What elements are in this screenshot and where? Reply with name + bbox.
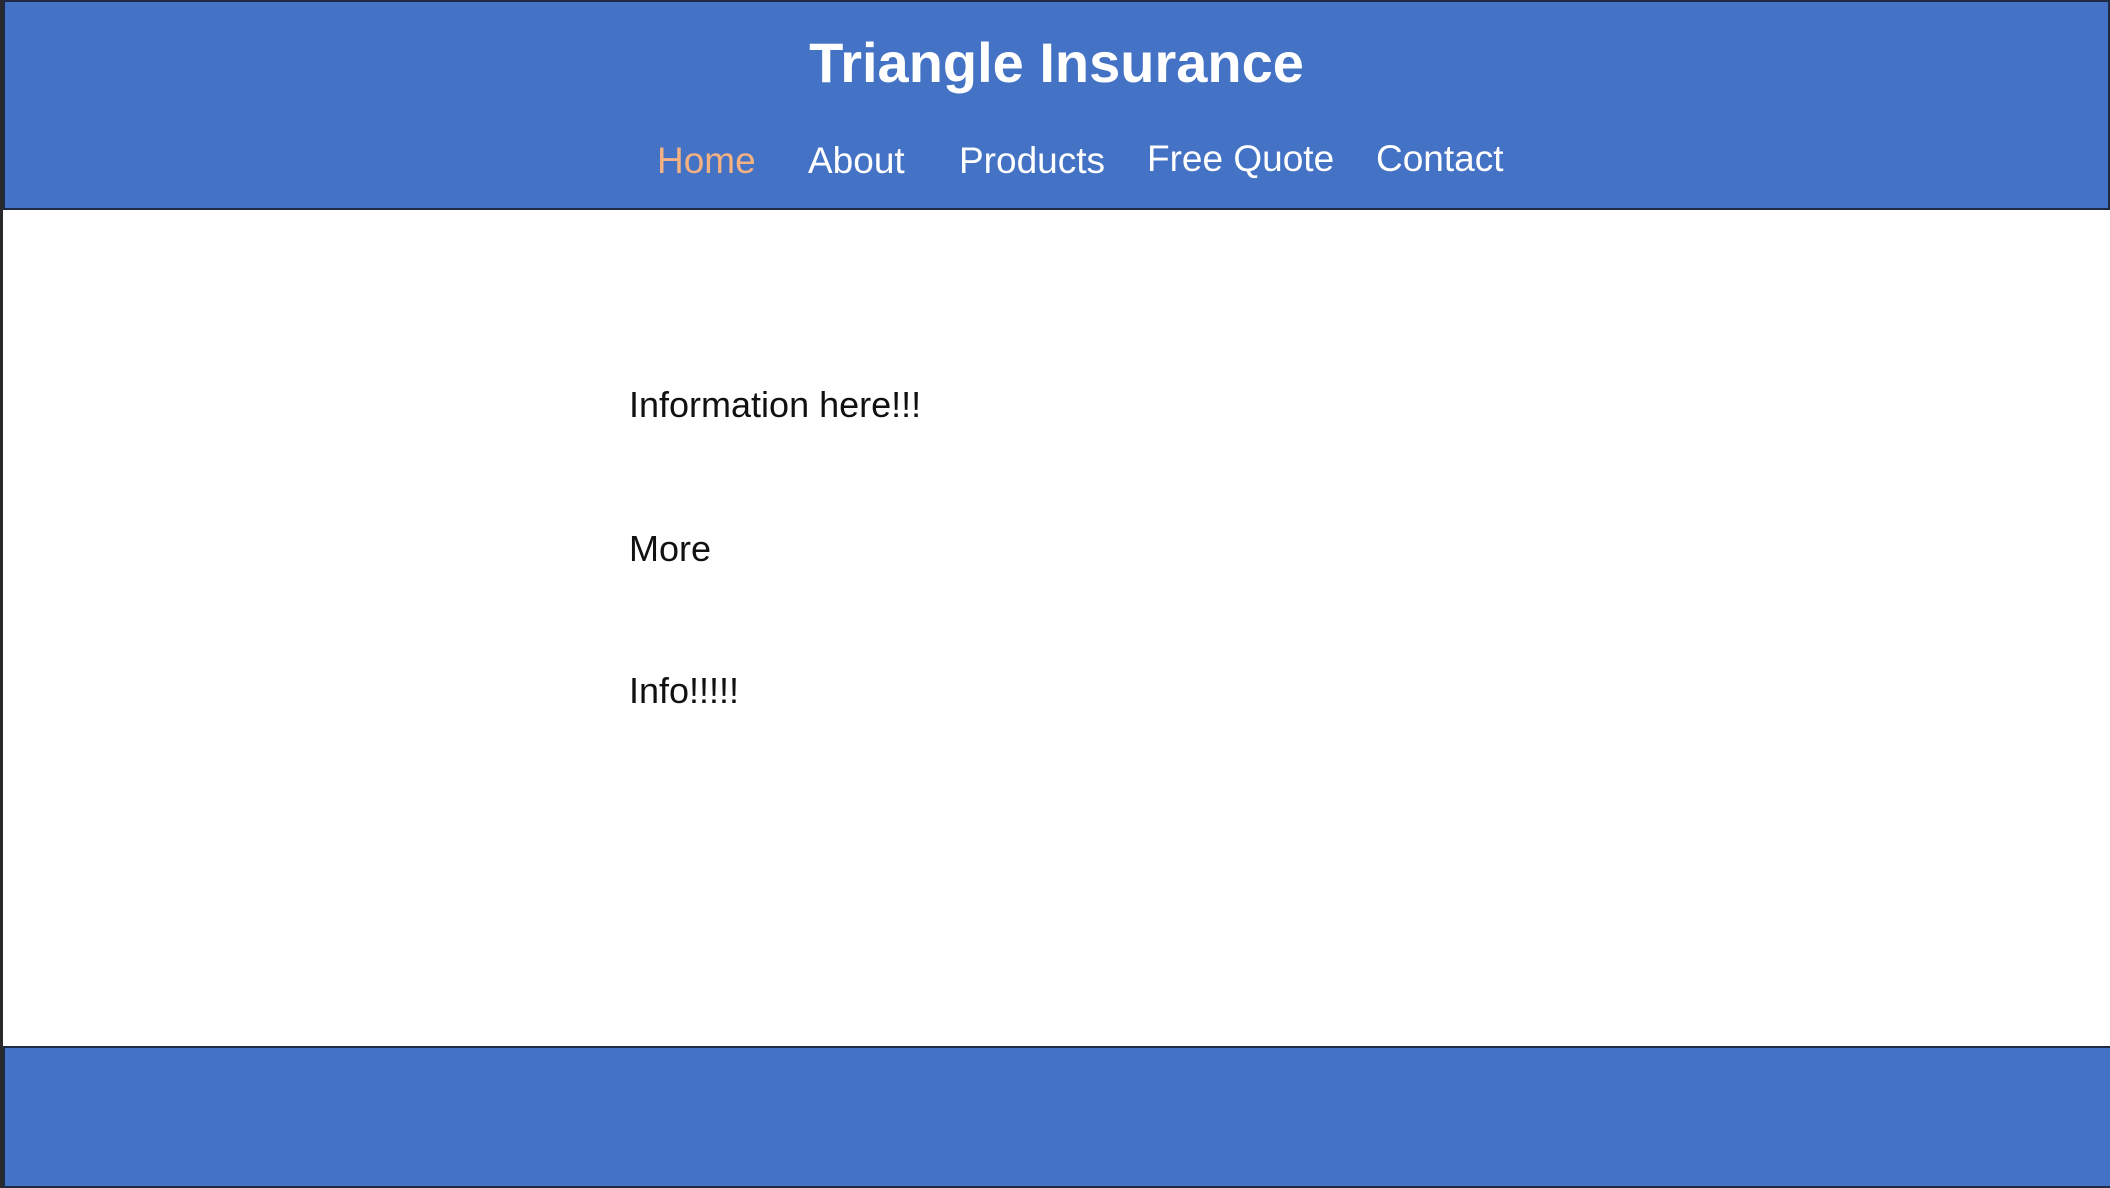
more-paragraph: More bbox=[629, 528, 712, 569]
nav-free-quote-link[interactable]: Free Quote bbox=[1147, 132, 1334, 186]
site-title: Triangle Insurance bbox=[809, 31, 1304, 94]
nav-home-link[interactable]: Home bbox=[657, 134, 756, 188]
nav-products-link[interactable]: Products bbox=[959, 134, 1105, 188]
main-nav: Home About Products Free Quote Contact bbox=[5, 134, 2108, 188]
site-header: Triangle Insurance Home About Products F… bbox=[3, 0, 2110, 210]
page: Triangle Insurance Home About Products F… bbox=[0, 0, 2110, 1188]
nav-contact-link[interactable]: Contact bbox=[1376, 132, 1504, 186]
info-paragraph-2: Info!!!!! bbox=[629, 670, 740, 711]
info-paragraph: Information here!!! bbox=[629, 384, 922, 425]
nav-about-link[interactable]: About bbox=[808, 134, 905, 188]
site-footer bbox=[3, 1046, 2110, 1188]
